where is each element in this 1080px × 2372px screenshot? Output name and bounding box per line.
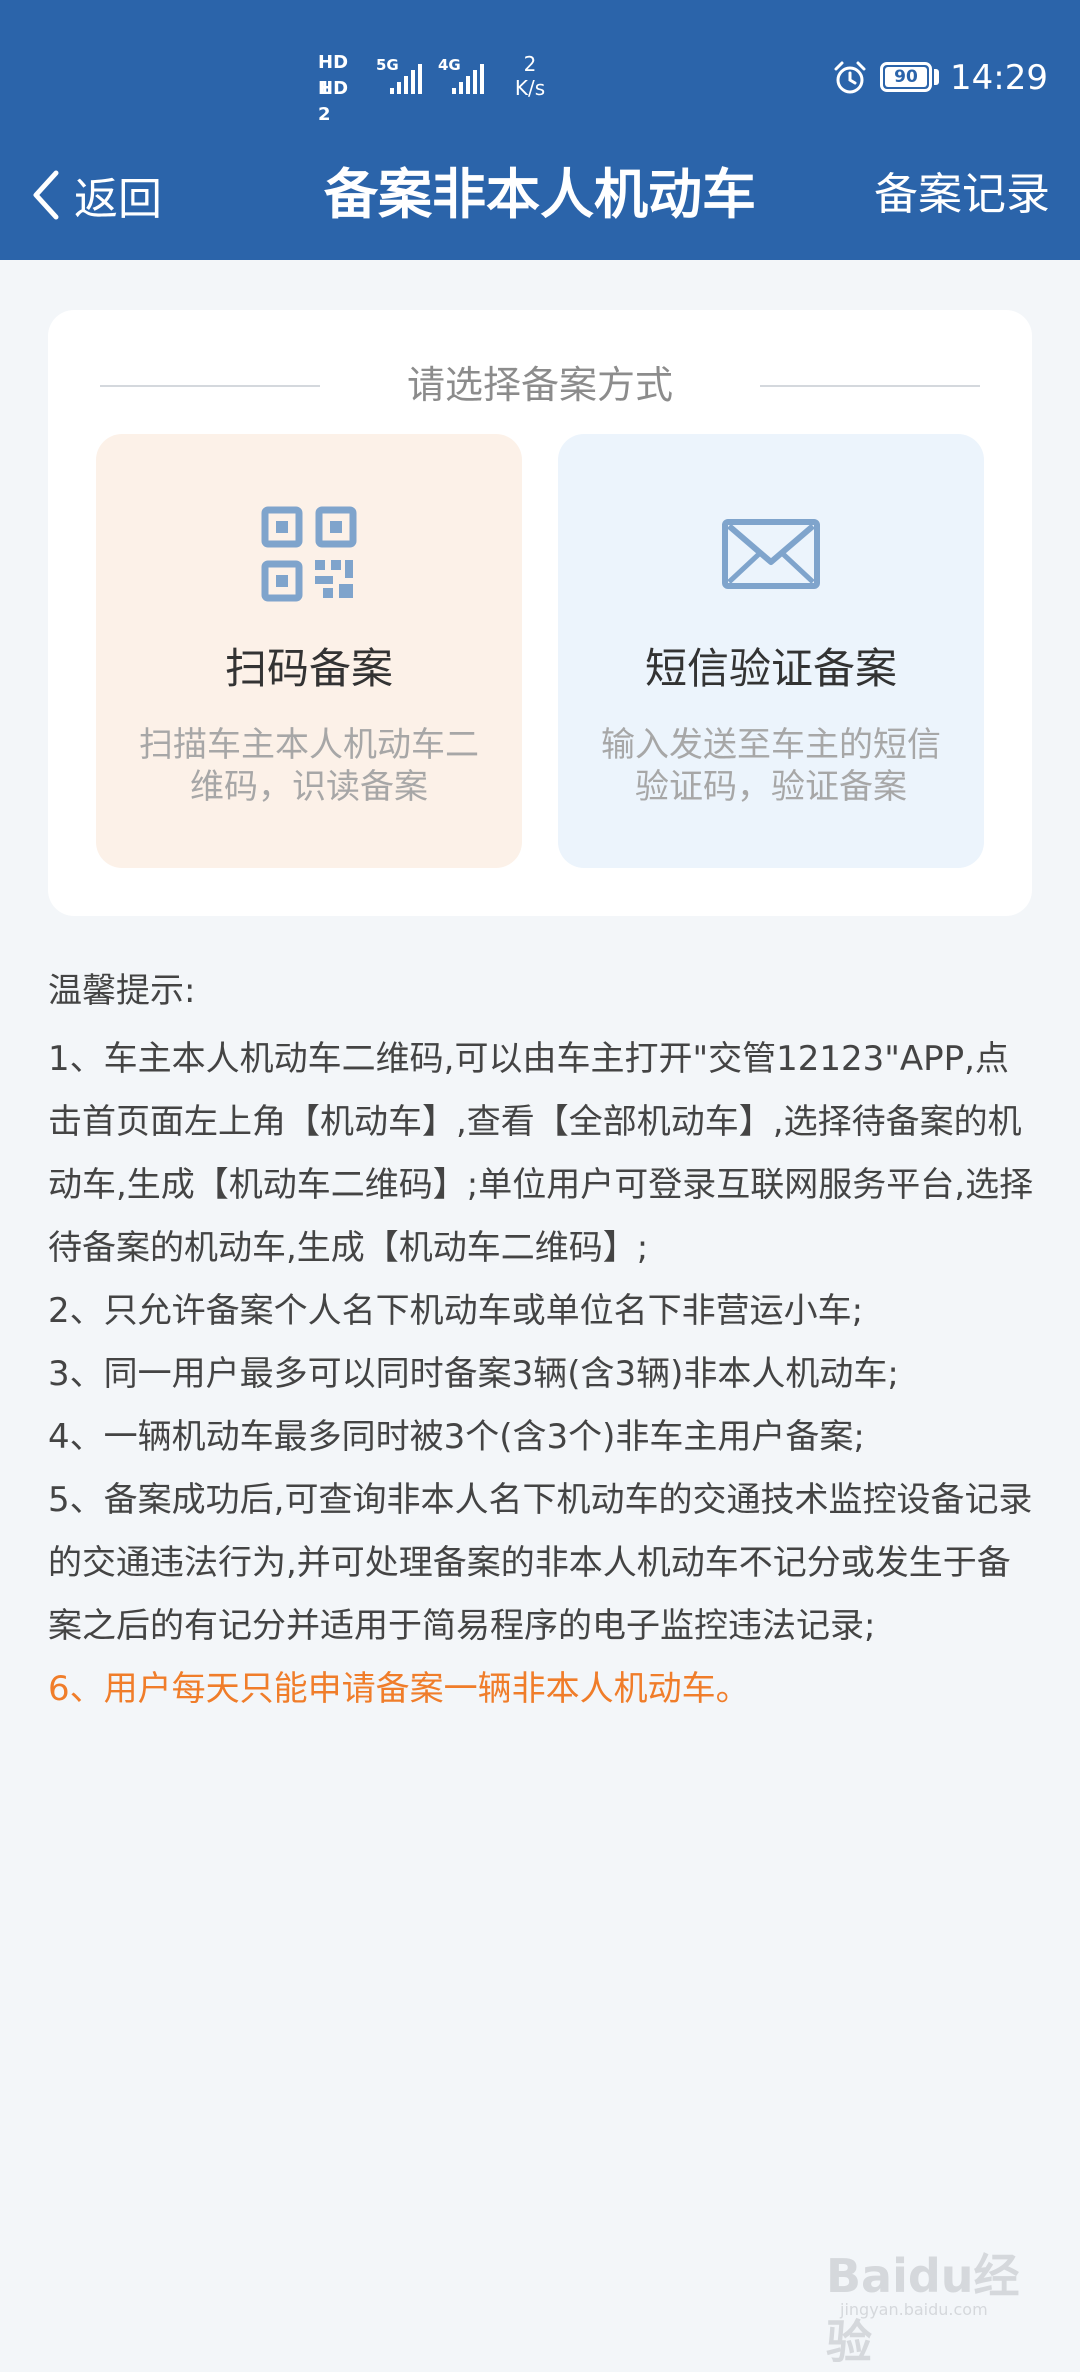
scan-code-title: 扫码备案 — [224, 644, 393, 693]
watermark-url: jingyan.baidu.com — [840, 2300, 988, 2319]
page-title: 备案非本人机动车 — [324, 163, 756, 226]
network-speed-value: 2 — [523, 52, 537, 76]
sms-verify-title: 短信验证备案 — [644, 644, 897, 693]
alarm-clock-icon — [832, 60, 868, 96]
clock-time: 14:29 — [950, 58, 1048, 98]
tip-item: 3、同一用户最多可以同时备案3辆(含3辆)非本人机动车; — [48, 1354, 899, 1394]
registration-method-card: 请选择备案方式 扫码备案 扫描车主本人机动车二维码，识读备案 短信验证备案 输入… — [48, 310, 1032, 916]
battery-level: 90 — [885, 67, 927, 87]
baidu-watermark: Baidu经验 jingyan.baidu.com — [826, 2230, 1046, 2369]
network-speed: 2 K/s — [505, 52, 555, 100]
tip-item: 5、备案成功后,可查询非本人名下机动车的交通技术监控设备记录的交通违法行为,并可… — [48, 1480, 1033, 1646]
tip-item-highlight: 6、用户每天只能申请备案一辆非本人机动车。 — [48, 1669, 750, 1709]
battery-tip — [934, 69, 939, 85]
sms-verify-option[interactable]: 短信验证备案 输入发送至车主的短信验证码，验证备案 — [558, 434, 984, 868]
signal-4g-icon: 4G — [438, 56, 490, 98]
method-heading-text: 请选择备案方式 — [406, 363, 673, 407]
tips-section: 温馨提示: 1、车主本人机动车二维码,可以由车主打开"交管12123"APP,点… — [48, 966, 1038, 1721]
sim1-label: HD 1 — [318, 52, 349, 99]
records-button[interactable]: 备案记录 — [874, 160, 1050, 230]
app-header: HD 1 HD 2 5G 4G 2 K/s 90 14:29 返回 备案非本人机… — [0, 0, 1080, 260]
sim-indicators: HD 1 HD 2 — [318, 50, 358, 125]
divider-right — [760, 385, 980, 387]
tip-item: 4、一辆机动车最多同时被3个(含3个)非车主用户备案; — [48, 1417, 865, 1457]
tip-item: 1、车主本人机动车二维码,可以由车主打开"交管12123"APP,点击首页面左上… — [48, 1039, 1034, 1268]
battery-icon: 90 — [880, 62, 932, 92]
back-button[interactable]: 返回 — [30, 160, 162, 230]
scan-code-desc: 扫描车主本人机动车二维码，识读备案 — [139, 725, 479, 807]
chevron-left-icon — [30, 160, 70, 230]
divider-left — [100, 385, 320, 387]
network-speed-unit: K/s — [514, 76, 546, 100]
sim2-label: HD 2 — [318, 78, 349, 125]
tips-heading: 温馨提示: — [48, 971, 196, 1011]
envelope-icon — [721, 504, 821, 604]
back-label: 返回 — [74, 174, 162, 225]
qr-code-icon — [259, 504, 359, 604]
sms-verify-desc: 输入发送至车主的短信验证码，验证备案 — [601, 725, 941, 807]
method-heading: 请选择备案方式 — [48, 360, 1032, 410]
status-bar: HD 1 HD 2 5G 4G 2 K/s 90 14:29 — [0, 0, 1080, 150]
signal-5g-icon: 5G — [376, 56, 428, 98]
tip-item: 2、只允许备案个人名下机动车或单位名下非营运小车; — [48, 1291, 864, 1331]
scan-code-option[interactable]: 扫码备案 扫描车主本人机动车二维码，识读备案 — [96, 434, 522, 868]
